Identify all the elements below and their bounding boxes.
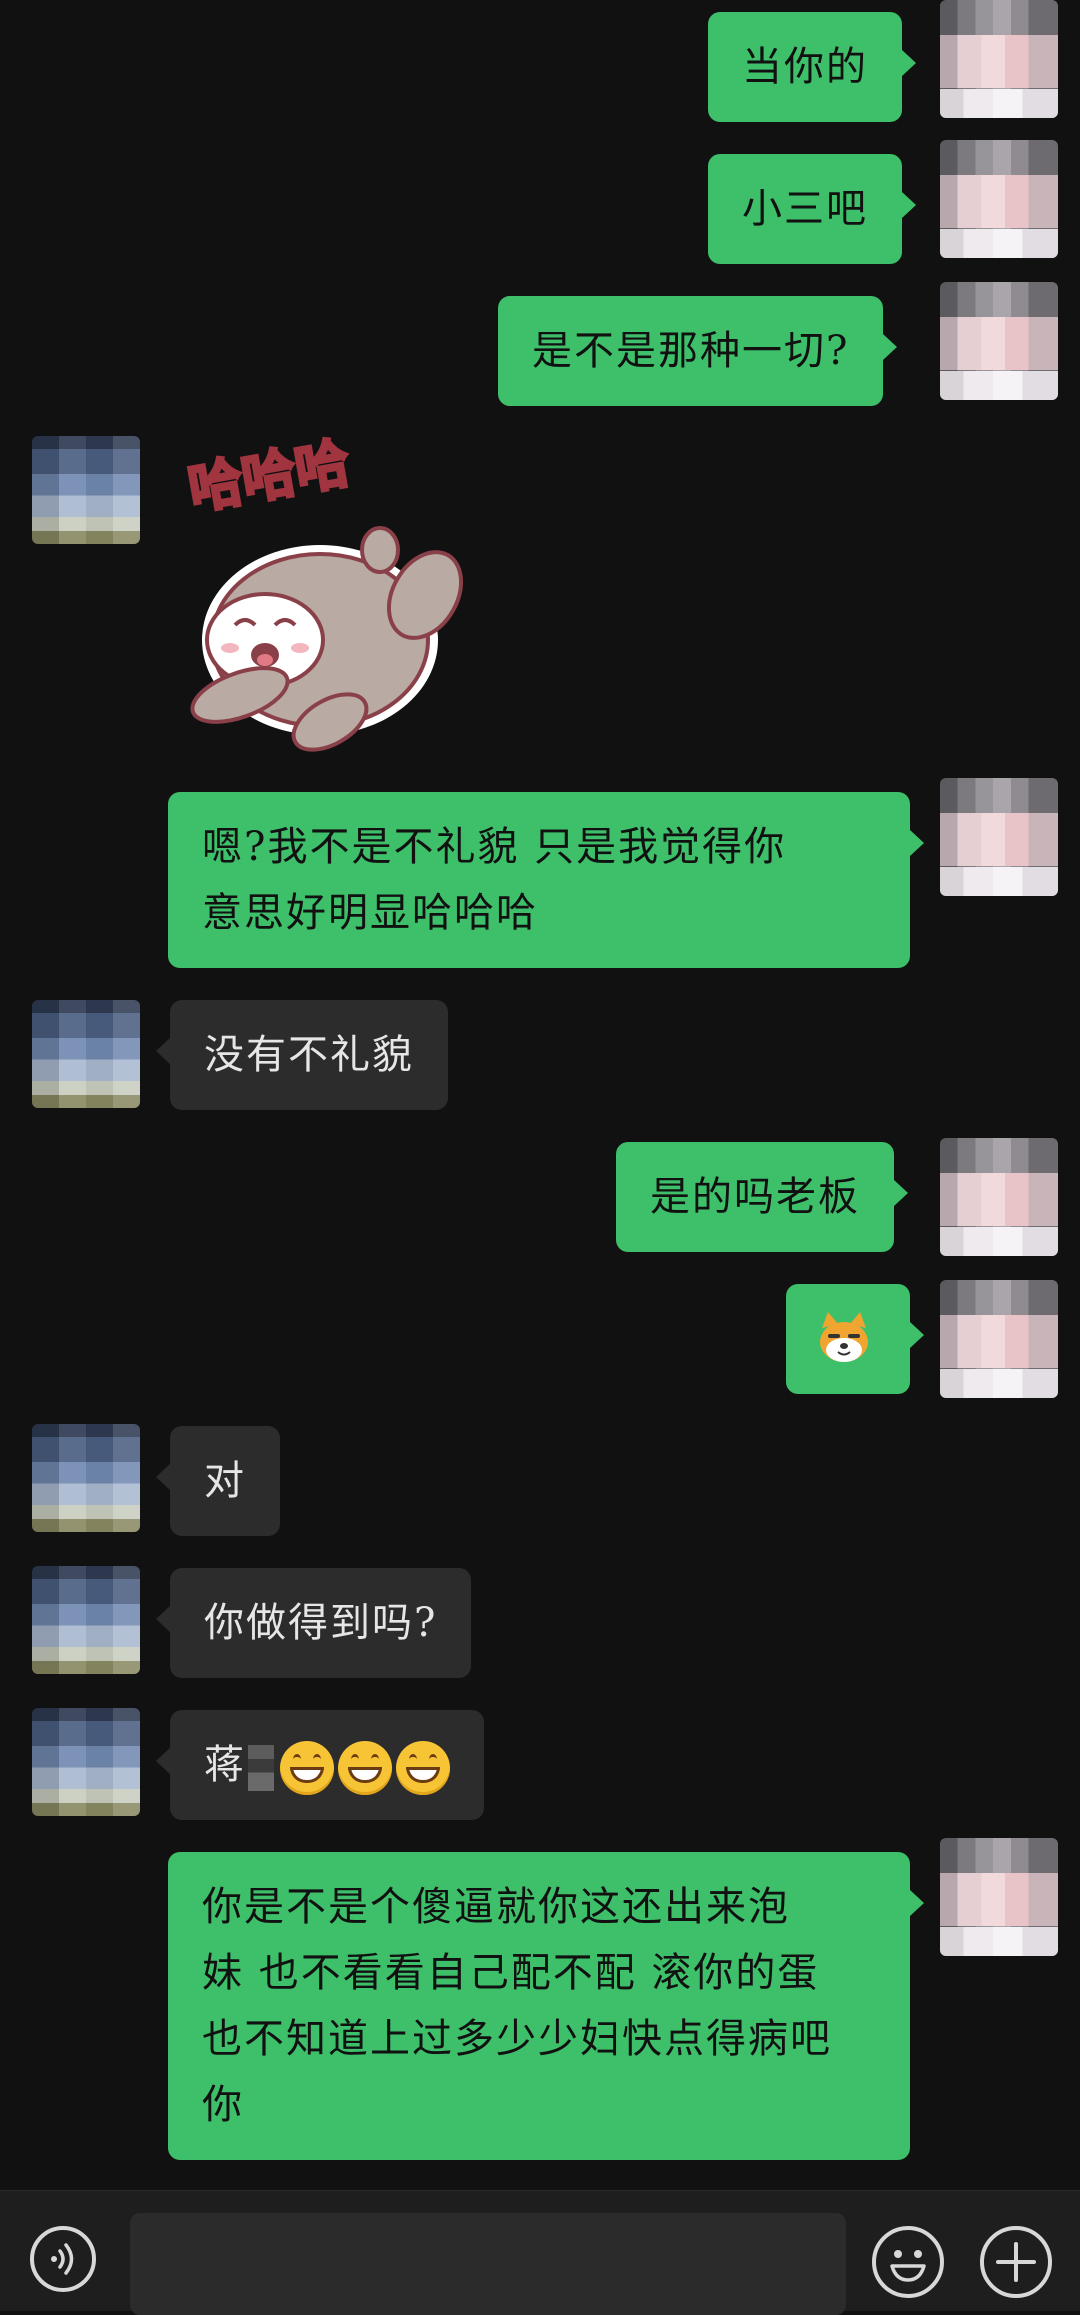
message-input[interactable]: [130, 2213, 846, 2315]
my-avatar[interactable]: [940, 1838, 1058, 1956]
message-text: 是的吗老板: [650, 1174, 860, 1220]
my-avatar[interactable]: [940, 0, 1058, 118]
message-text: 没有不礼貌: [204, 1032, 414, 1078]
message-line: 也不知道上过多少少妇快点得病吧: [202, 2016, 832, 2062]
grinning-face-emoji: [338, 1741, 392, 1795]
message-text: 对: [204, 1458, 246, 1504]
other-message-bubble[interactable]: 对: [156, 1426, 280, 1536]
shiba-dog-emoji-icon: [820, 1312, 868, 1362]
message-text: 当你的: [742, 44, 868, 90]
my-avatar[interactable]: [940, 1280, 1058, 1398]
my-avatar[interactable]: [940, 778, 1058, 896]
sticker-text: 哈哈哈: [184, 431, 354, 521]
other-avatar[interactable]: [32, 436, 140, 544]
redacted-name-block: [248, 1745, 274, 1791]
my-message-bubble[interactable]: 是的吗老板: [616, 1142, 908, 1252]
my-avatar[interactable]: [940, 140, 1058, 258]
laughing-bear-icon: 哈哈哈: [182, 430, 464, 752]
chat-input-bar: [0, 2190, 1080, 2315]
grinning-face-emoji: [396, 1741, 450, 1795]
message-line: 嗯?我不是不礼貌 只是我觉得你: [202, 824, 787, 870]
other-avatar[interactable]: [32, 1566, 140, 1674]
my-avatar[interactable]: [940, 1138, 1058, 1256]
other-message-bubble[interactable]: 你做得到吗?: [155, 1568, 472, 1678]
message-text: 小三吧: [742, 186, 868, 232]
message-text: 蒋: [204, 1742, 246, 1788]
plus-icon: [996, 2242, 1036, 2282]
my-message-bubble[interactable]: 小三吧: [708, 154, 916, 264]
voice-input-button[interactable]: [30, 2226, 96, 2292]
other-message-bubble[interactable]: 蒋: [156, 1710, 484, 1820]
other-avatar[interactable]: [32, 1424, 140, 1532]
message-text: 是不是那种一切?: [532, 328, 850, 374]
emoji-face-icon: [890, 2250, 926, 2282]
message-line: 你: [202, 2082, 244, 2128]
more-actions-button[interactable]: [980, 2226, 1052, 2298]
my-message-bubble[interactable]: 嗯?我不是不礼貌 只是我觉得你 意思好明显哈哈哈: [168, 792, 924, 968]
my-message-bubble[interactable]: 是不是那种一切?: [498, 296, 898, 406]
message-line: 意思好明显哈哈哈: [202, 890, 538, 936]
message-line: 妹 也不看看自己配不配 滚你的蛋: [202, 1950, 820, 1996]
my-message-bubble[interactable]: 你是不是个傻逼就你这还出来泡 妹 也不看看自己配不配 滚你的蛋 也不知道上过多少…: [168, 1852, 924, 2160]
chat-message-list[interactable]: 当你的 小三吧 是不是那种一切? 哈哈哈 嗯?我不是不礼貌 只是我觉得你 意思好…: [0, 0, 1080, 2190]
voice-icon: [51, 2243, 74, 2275]
other-message-bubble[interactable]: 没有不礼貌: [156, 1000, 448, 1110]
other-avatar[interactable]: [32, 1000, 140, 1108]
message-line: 你是不是个傻逼就你这还出来泡: [202, 1884, 790, 1930]
grinning-face-emoji: [280, 1741, 334, 1795]
laughing-bear-sticker[interactable]: 哈哈哈: [180, 430, 480, 770]
other-avatar[interactable]: [32, 1708, 140, 1816]
emoji-picker-button[interactable]: [872, 2226, 944, 2298]
my-avatar[interactable]: [940, 282, 1058, 400]
message-text: 你做得到吗?: [204, 1600, 438, 1646]
my-emoji-bubble[interactable]: [786, 1284, 924, 1394]
my-message-bubble[interactable]: 当你的: [708, 12, 916, 122]
